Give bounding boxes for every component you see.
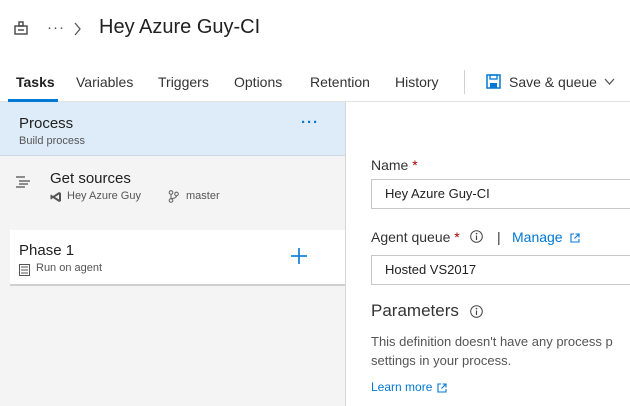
phase-subtitle: Run on agent — [36, 262, 103, 274]
required-marker: * — [412, 157, 418, 173]
tab-variables[interactable]: Variables — [76, 74, 133, 90]
agent-queue-value: Hosted VS2017 — [385, 262, 477, 277]
name-field[interactable]: Hey Azure Guy-CI — [371, 179, 630, 209]
parameters-description: This definition doesn't have any process… — [371, 334, 613, 368]
process-title: Process — [19, 115, 74, 132]
chevron-down-icon[interactable] — [604, 78, 615, 86]
properties-panel: Name * Hey Azure Guy-CI Agent queue * | … — [347, 102, 630, 406]
tab-tasks[interactable]: Tasks — [16, 74, 55, 90]
process-more-button[interactable]: ··· — [301, 114, 319, 131]
tab-bar: Tasks Variables Triggers Options Retenti… — [0, 58, 630, 102]
parameters-heading: Parameters — [371, 301, 459, 320]
page-title: Hey Azure Guy-CI — [99, 16, 261, 38]
agent-queue-label: Agent queue * — [371, 229, 460, 245]
tab-retention[interactable]: Retention — [310, 74, 370, 90]
learn-more-link[interactable]: Learn more — [371, 380, 432, 394]
toolbar-divider — [464, 70, 465, 94]
name-value: Hey Azure Guy-CI — [385, 186, 490, 201]
phase-title: Phase 1 — [19, 242, 75, 259]
external-link-icon[interactable] — [570, 233, 580, 243]
more-actions-button[interactable]: ··· — [47, 19, 65, 36]
required-marker: * — [454, 229, 460, 245]
tab-options[interactable]: Options — [234, 74, 282, 90]
add-task-icon[interactable] — [290, 247, 308, 265]
agent-icon — [19, 264, 30, 276]
process-item[interactable]: Process Build process ··· — [0, 102, 345, 156]
save-icon[interactable] — [486, 74, 501, 89]
chevron-right-icon — [74, 22, 81, 36]
save-and-queue-button[interactable]: Save & queue — [509, 74, 597, 90]
info-icon[interactable] — [470, 230, 483, 243]
repository-name: Hey Azure Guy — [67, 190, 141, 202]
list-icon — [16, 176, 30, 188]
get-sources-title: Get sources — [50, 170, 131, 187]
manage-link[interactable]: Manage — [512, 229, 563, 245]
process-panel: Process Build process ··· Get sources He… — [0, 102, 346, 406]
build-pipeline-icon[interactable] — [14, 20, 28, 36]
tab-history[interactable]: History — [395, 74, 439, 90]
process-subtitle: Build process — [19, 135, 86, 147]
info-icon[interactable] — [470, 305, 483, 318]
visual-studio-icon — [50, 192, 61, 202]
branch-name: master — [186, 190, 220, 202]
tab-triggers[interactable]: Triggers — [158, 74, 209, 90]
agent-queue-select[interactable]: Hosted VS2017 — [371, 255, 630, 285]
phase-item[interactable]: Phase 1 Run on agent — [10, 230, 345, 286]
branch-icon — [168, 190, 179, 203]
name-label: Name * — [371, 157, 418, 173]
external-link-icon[interactable] — [437, 383, 447, 393]
separator: | — [497, 229, 501, 245]
page-header: ··· Hey Azure Guy-CI — [0, 0, 630, 58]
